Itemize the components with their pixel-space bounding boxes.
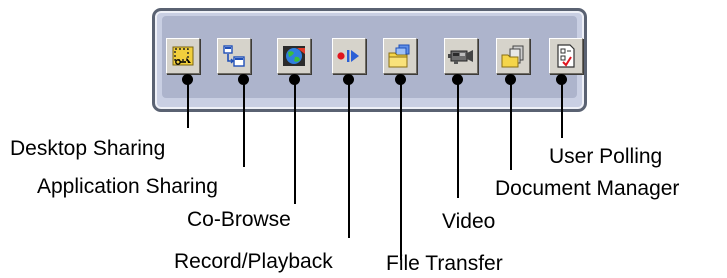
callout-line bbox=[243, 80, 245, 167]
record-playback-icon bbox=[337, 50, 359, 62]
callout-line bbox=[400, 80, 402, 260]
callout-line bbox=[348, 80, 350, 238]
video-camera-icon bbox=[448, 50, 473, 64]
label-co-browse: Co-Browse bbox=[187, 208, 291, 231]
file-transfer-icon bbox=[388, 44, 410, 68]
callout-line bbox=[510, 80, 512, 170]
label-file-transfer: File Transfer bbox=[386, 252, 503, 275]
record-playback-button[interactable] bbox=[332, 38, 366, 74]
callout-line bbox=[294, 80, 296, 204]
label-desktop-sharing: Desktop Sharing bbox=[10, 137, 166, 160]
label-video: Video bbox=[442, 210, 496, 233]
co-browse-button[interactable] bbox=[277, 38, 311, 74]
label-document-manager: Document Manager bbox=[495, 177, 680, 200]
label-application-sharing: Application Sharing bbox=[37, 175, 218, 198]
desktop-sharing-icon bbox=[172, 46, 194, 66]
user-polling-icon bbox=[557, 44, 575, 68]
user-polling-button[interactable] bbox=[549, 38, 583, 74]
video-button[interactable] bbox=[444, 38, 478, 74]
label-record-playback: Record/Playback bbox=[174, 250, 333, 273]
file-transfer-button[interactable] bbox=[383, 38, 417, 74]
co-browse-icon bbox=[283, 46, 305, 66]
document-manager-button[interactable] bbox=[496, 38, 530, 74]
desktop-sharing-button[interactable] bbox=[166, 38, 200, 74]
document-manager-icon bbox=[501, 45, 524, 68]
application-sharing-icon bbox=[223, 45, 245, 67]
callout-line bbox=[561, 80, 563, 138]
application-sharing-button[interactable] bbox=[217, 38, 251, 74]
callout-line bbox=[187, 80, 189, 128]
label-user-polling: User Polling bbox=[549, 145, 663, 168]
callout-line bbox=[457, 80, 459, 198]
